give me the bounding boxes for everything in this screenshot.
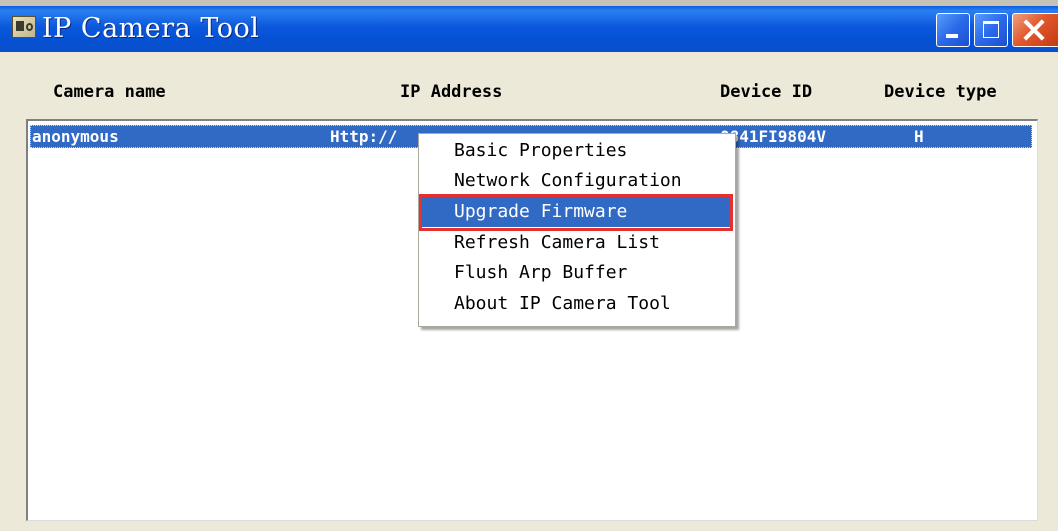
device-type-cell: H bbox=[914, 127, 924, 146]
minimize-icon[interactable] bbox=[936, 13, 970, 47]
column-header-device-type[interactable]: Device type bbox=[884, 82, 997, 102]
window-title: IP Camera Tool bbox=[42, 13, 260, 44]
menu-item-basic-properties[interactable]: Basic Properties bbox=[422, 136, 732, 166]
maximize-icon[interactable] bbox=[974, 13, 1008, 47]
ip-camera-tool-window: IP Camera Tool Camera name IP Address De… bbox=[0, 0, 1058, 531]
menu-item-about-ip-camera-tool[interactable]: About IP Camera Tool bbox=[422, 289, 732, 319]
ip-address-cell: Http:// bbox=[330, 127, 398, 146]
camera-app-icon bbox=[12, 16, 36, 38]
list-header: Camera name IP Address Device ID Device … bbox=[30, 72, 1040, 112]
column-header-ip-address[interactable]: IP Address bbox=[400, 82, 502, 102]
context-menu: Basic Properties Network Configuration U… bbox=[418, 133, 736, 327]
menu-item-refresh-camera-list[interactable]: Refresh Camera List bbox=[422, 228, 732, 258]
close-icon[interactable] bbox=[1012, 13, 1058, 47]
menu-item-network-configuration[interactable]: Network Configuration bbox=[422, 166, 732, 196]
camera-name-cell: anonymous bbox=[32, 127, 119, 146]
column-header-device-id[interactable]: Device ID bbox=[720, 82, 812, 102]
title-bar[interactable]: IP Camera Tool bbox=[0, 6, 1058, 52]
menu-item-flush-arp-buffer[interactable]: Flush Arp Buffer bbox=[422, 258, 732, 288]
column-header-camera-name[interactable]: Camera name bbox=[53, 82, 166, 102]
menu-item-upgrade-firmware[interactable]: Upgrade Firmware bbox=[422, 197, 732, 227]
